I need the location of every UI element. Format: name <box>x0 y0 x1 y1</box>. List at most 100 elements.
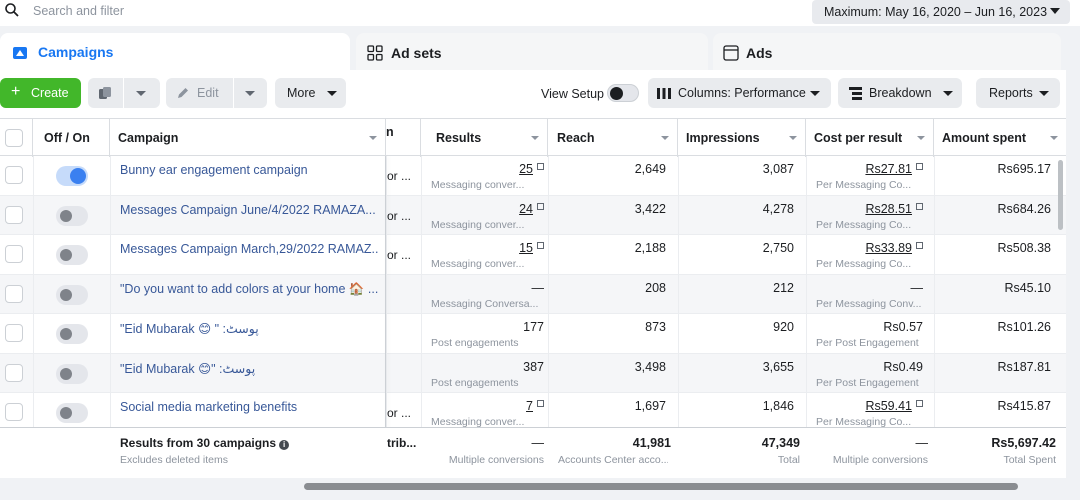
header-amount-spent[interactable]: Amount spent <box>934 119 1066 157</box>
reach-value: 873 <box>645 320 666 334</box>
results-subtext: Messaging conver... <box>431 218 525 231</box>
ad-sets-grid-icon <box>367 45 383 61</box>
footer-title: Results from 30 campaigns i <box>120 436 290 450</box>
footer-spent: Rs5,697.42 <box>991 436 1056 450</box>
columns-dropdown[interactable]: Columns: Performance <box>648 78 831 108</box>
info-icon <box>537 163 544 170</box>
table-row[interactable]: Messages Campaign June/4/2022 RAMAZA... … <box>0 195 1066 235</box>
cost-per-result-subtext: Per Messaging Conv... <box>816 297 922 310</box>
row-checkbox[interactable] <box>5 324 23 342</box>
cost-per-result-value: Rs59.41 <box>865 399 923 413</box>
search-bar[interactable]: Search and filter Maximum: May 16, 2020 … <box>0 0 1080 26</box>
campaign-name-link[interactable]: "Eid Mubarak 😊" :پوسٹ <box>120 361 378 376</box>
header-results[interactable]: Results <box>421 119 548 157</box>
more-button[interactable]: More <box>275 78 346 108</box>
info-icon <box>916 242 923 249</box>
chevron-down-icon[interactable] <box>136 91 146 96</box>
tab-ads[interactable]: Ads <box>713 33 1061 73</box>
table-row[interactable]: "Do you want to add colors at your home … <box>0 274 1066 314</box>
results-value: 25 <box>519 162 544 176</box>
header-reach[interactable]: Reach <box>548 119 678 157</box>
reach-value: 3,422 <box>634 201 666 216</box>
view-setup-label: View Setup <box>541 87 605 101</box>
impressions-value: 212 <box>773 280 794 295</box>
duplicate-icon <box>99 87 111 99</box>
info-icon[interactable]: i <box>279 440 290 450</box>
sort-icon <box>789 136 797 140</box>
sort-icon <box>1050 136 1058 140</box>
campaign-name-link[interactable]: Messages Campaign March,29/2022 RAMAZ... <box>120 242 378 256</box>
results-value: 15 <box>519 241 544 255</box>
plus-icon: + <box>11 83 21 100</box>
tab-label: Ad sets <box>391 45 442 61</box>
header-delivery[interactable]: n <box>386 119 421 157</box>
footer-cpr-sub: Multiple conversions <box>832 454 928 466</box>
chevron-down-icon <box>1039 91 1049 96</box>
info-icon <box>537 202 544 210</box>
footer-subtitle: Excludes deleted items <box>120 454 228 466</box>
results-value: 24 <box>519 202 544 216</box>
header-cost-per-result[interactable]: Cost per result <box>806 119 934 157</box>
table-header: Off / On Campaign n Results Reach Impres… <box>0 118 1066 157</box>
amount-spent-value: Rs187.81 <box>997 359 1051 374</box>
results-subtext: Post engagements <box>431 337 519 349</box>
reports-dropdown[interactable]: Reports <box>976 78 1060 108</box>
row-checkbox[interactable] <box>5 166 23 184</box>
campaign-name-link[interactable]: Bunny ear engagement campaign <box>120 163 378 177</box>
info-icon <box>916 202 923 210</box>
impressions-value: 3,655 <box>762 359 794 374</box>
header-impressions[interactable]: Impressions <box>678 119 806 157</box>
campaign-toggle[interactable] <box>56 363 88 384</box>
info-icon <box>916 163 923 170</box>
campaign-name-link[interactable]: Messages Campaign June/4/2022 RAMAZA... <box>120 203 378 217</box>
campaign-toggle[interactable] <box>56 205 88 226</box>
chevron-down-icon <box>327 91 337 96</box>
row-checkbox[interactable] <box>5 245 23 263</box>
table-row[interactable]: "Eid Mubarak 😊 " :پوسٹ 177 Post engageme… <box>0 314 1066 354</box>
view-setup-toggle[interactable] <box>607 84 639 102</box>
results-value: 177 <box>523 320 544 334</box>
campaign-folder-icon <box>13 47 27 59</box>
campaign-toggle[interactable] <box>56 403 88 423</box>
results-value: 7 <box>526 399 544 413</box>
cost-per-result-value: Rs0.49 <box>883 359 923 374</box>
search-input[interactable]: Search and filter <box>33 4 124 18</box>
campaign-toggle[interactable] <box>56 284 88 305</box>
info-icon <box>916 400 923 407</box>
vertical-scrollbar[interactable] <box>1058 160 1063 230</box>
header-campaign[interactable]: Campaign <box>110 119 386 157</box>
select-all-checkbox[interactable] <box>5 129 23 147</box>
chevron-down-icon[interactable] <box>245 91 255 96</box>
duplicate-button[interactable] <box>88 78 160 108</box>
footer-reach: 41,981 <box>632 436 671 450</box>
edit-button[interactable]: Edit <box>166 78 267 108</box>
row-checkbox[interactable] <box>5 403 23 421</box>
campaign-toggle[interactable] <box>56 324 88 344</box>
tab-ad-sets[interactable]: Ad sets <box>356 33 708 73</box>
date-range-picker[interactable]: Maximum: May 16, 2020 – Jun 16, 2023 <box>812 0 1070 24</box>
results-subtext: Messaging conver... <box>431 258 525 270</box>
campaign-name-link[interactable]: "Do you want to add colors at your home … <box>120 282 378 297</box>
results-subtext: Messaging Conversa... <box>431 297 539 310</box>
table-row[interactable]: Messages Campaign March,29/2022 RAMAZ...… <box>0 235 1066 275</box>
table-row[interactable]: Bunny ear engagement campaign or ... 25 … <box>0 156 1066 196</box>
campaign-toggle[interactable] <box>56 166 88 186</box>
row-checkbox[interactable] <box>5 284 23 303</box>
footer-impressions-sub: Total <box>777 454 800 466</box>
delivery-cell: or ... <box>387 208 412 223</box>
create-button[interactable]: + Create <box>0 78 81 108</box>
campaign-toggle[interactable] <box>56 245 88 265</box>
row-checkbox[interactable] <box>5 205 23 224</box>
results-value: 387 <box>523 359 544 374</box>
table-row[interactable]: "Eid Mubarak 😊" :پوسٹ 387 Post engagemen… <box>0 353 1066 393</box>
campaign-name-link[interactable]: Social media marketing benefits <box>120 400 378 414</box>
table-footer-totals: Results from 30 campaigns i Excludes dele… <box>0 427 1066 478</box>
footer-reach-sub: Accounts Center acco... <box>558 454 668 466</box>
breakdown-dropdown[interactable]: Breakdown <box>838 78 962 108</box>
row-checkbox[interactable] <box>5 363 23 382</box>
impressions-value: 920 <box>773 320 794 334</box>
campaign-name-link[interactable]: "Eid Mubarak 😊 " :پوسٹ <box>120 321 378 336</box>
horizontal-scrollbar-thumb[interactable] <box>304 483 1018 490</box>
cost-per-result-subtext: Per Messaging Co... <box>816 258 912 270</box>
footer-cpr: — <box>915 436 929 450</box>
